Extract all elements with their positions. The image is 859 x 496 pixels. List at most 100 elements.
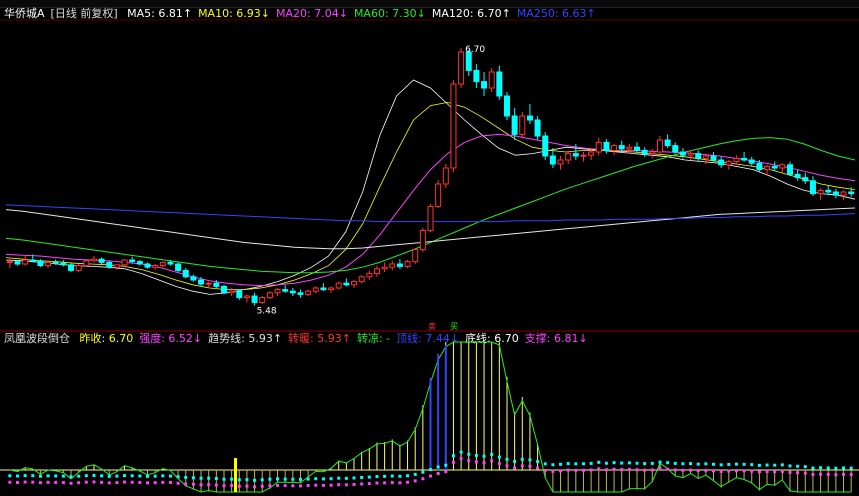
candle-body [542,135,549,157]
dot-cyan [321,477,325,481]
dot-magenta [696,469,700,473]
candle-body [22,259,29,265]
candle-body [182,269,189,278]
dot-magenta [153,481,157,485]
dot-magenta [23,480,27,484]
dot-cyan [214,477,218,481]
dot-magenta [199,483,203,487]
candle-body [68,264,75,271]
dot-cyan [115,474,119,478]
dot-cyan [337,476,341,480]
dot-cyan [643,462,647,466]
dot-cyan [253,478,257,482]
kline-chart[interactable]: 6.70 5.48 卖 买 [0,0,859,496]
candle-body [435,183,442,207]
dot-magenta [681,468,685,472]
dot-cyan [650,461,654,465]
candle-body [481,81,488,89]
dot-cyan [314,477,318,481]
dot-magenta [352,482,356,486]
dot-magenta [314,483,318,487]
candle-body [328,287,335,291]
candle-body [274,289,281,294]
dot-magenta [734,469,738,473]
candle-body [190,276,197,281]
dot-magenta [38,481,42,485]
candle-body [106,261,113,268]
candle-body [611,145,618,151]
dot-cyan [451,454,455,458]
dot-cyan [796,464,800,468]
dot-cyan [597,460,601,464]
dot-magenta [283,484,287,488]
dot-cyan [31,474,35,478]
dot-magenta [750,469,754,473]
dot-magenta [474,460,478,464]
dot-cyan [298,477,302,481]
dot-magenta [375,481,379,485]
dot-magenta [513,466,517,470]
dot-magenta [291,484,295,488]
sell-signal: 卖 [428,322,436,331]
candle-body [794,173,801,179]
dot-magenta [673,468,677,472]
candle-body [366,273,373,278]
dot-cyan [344,476,348,480]
candle-body [786,164,793,175]
candle-body [695,153,702,159]
dot-magenta [268,484,272,488]
dot-magenta [77,481,81,485]
dot-magenta [658,467,662,471]
candle-body [802,177,809,182]
candle-body [167,261,174,265]
dot-magenta [497,462,501,466]
dot-magenta [666,467,670,471]
dot-cyan [467,452,471,456]
dot-magenta [298,484,302,488]
candle-body [389,263,396,268]
candle-body [748,159,755,164]
dot-cyan [153,474,157,478]
dot-cyan [459,450,463,454]
candle-body [83,260,90,267]
dot-magenta [467,459,471,463]
dot-cyan [474,453,478,457]
dot-magenta [413,479,417,483]
dot-magenta [54,480,58,484]
dot-magenta [429,474,432,478]
dot-magenta [337,483,341,487]
dot-cyan [612,461,616,465]
dot-cyan [482,454,486,458]
candle-body [351,281,358,286]
candle-body [320,287,327,291]
candle-body [450,83,457,169]
candle-body [710,155,717,161]
candle-body [6,261,13,264]
candle-body [412,249,419,263]
candle-body [343,282,350,286]
candle-body [297,292,304,295]
dot-cyan [666,461,670,465]
dot-cyan [681,462,685,466]
dot-magenta [176,481,180,485]
dot-magenta [719,469,723,473]
candle-body [228,290,235,294]
dot-cyan [398,474,402,478]
candle-body [526,115,533,121]
candle-body [305,290,312,295]
dot-magenta [451,460,455,464]
candle-body [358,276,365,283]
marker-bar [234,458,237,492]
dot-magenta [360,482,364,486]
dot-magenta [650,468,654,472]
candle-body [702,155,709,159]
candle-body [488,71,495,89]
buy-signal: 买 [450,322,458,331]
dot-magenta [727,469,731,473]
dot-cyan [61,474,65,478]
dot-magenta [459,457,463,461]
dot-cyan [536,460,540,464]
dot-magenta [803,471,807,475]
dot-cyan [77,474,81,478]
dot-cyan [406,474,410,478]
